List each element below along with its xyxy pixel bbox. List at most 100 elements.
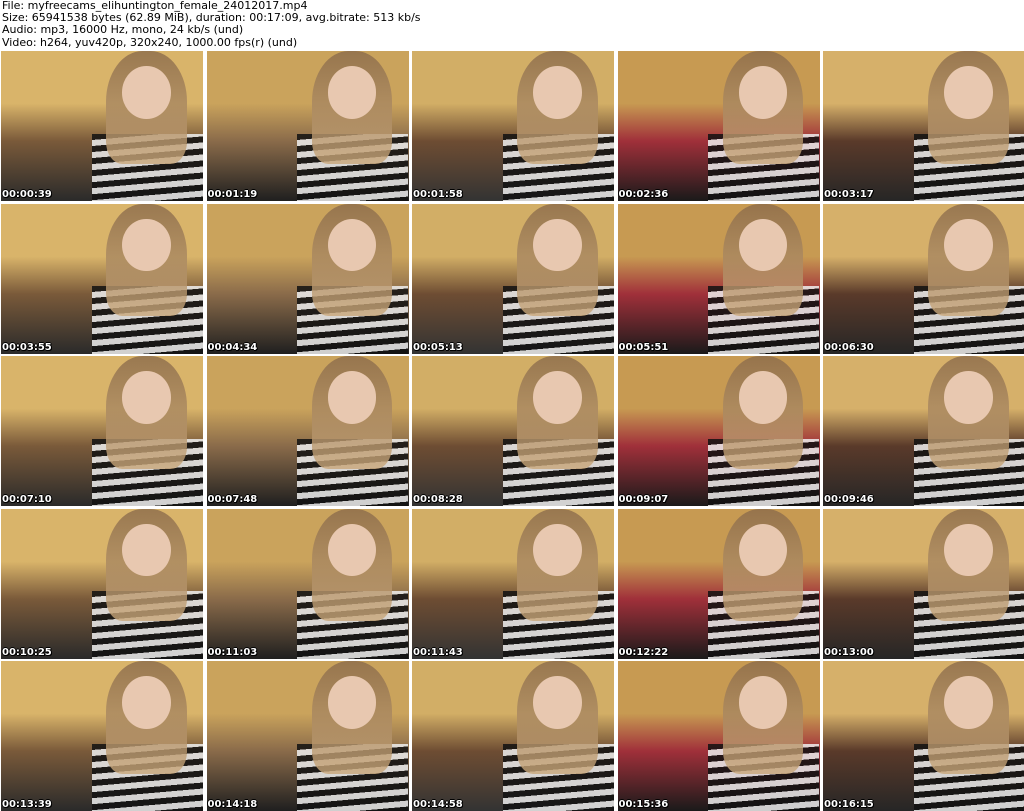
thumbnail-timestamp: 00:11:43 [413,646,463,658]
thumbnail-image [617,508,820,659]
thumbnail-image [412,356,614,506]
thumbnail-image [206,508,409,659]
face-shape [944,371,993,424]
thumbnail-frame: 00:13:00 [823,508,1024,659]
thumbnail-frame: 00:04:34 [206,203,409,354]
thumbnail-timestamp: 00:07:10 [2,494,52,505]
thumbnail-image [823,203,1024,354]
thumbnail-frame: 00:00:39 [1,51,203,201]
thumbnail-frame: 00:11:03 [206,508,409,659]
file-info-header: File: myfreecams_elihuntington_female_24… [2,0,1020,50]
thumbnail-frame: 00:03:55 [1,203,203,354]
thumbnail-image [617,356,820,506]
thumbnail-image [823,661,1024,811]
face-shape [738,676,788,729]
video-info-line: Video: h264, yuv420p, 320x240, 1000.00 f… [2,35,298,49]
face-shape [738,218,788,271]
face-shape [327,218,377,271]
thumbnail-timestamp: 00:07:48 [207,494,258,505]
face-shape [944,523,993,576]
face-shape [533,371,582,424]
thumbnail-timestamp: 00:15:36 [618,799,669,810]
thumbnail-image [206,203,409,354]
audio-info-line: Audio: mp3, 16000 Hz, mono, 24 kb/s (und… [2,23,244,37]
thumbnail-frame: 00:05:13 [412,203,614,354]
face-shape [122,66,171,119]
thumbnail-frame: 00:09:46 [823,356,1024,506]
thumbnail-timestamp: 00:11:03 [207,646,258,658]
thumbnail-timestamp: 00:00:39 [2,189,52,200]
thumbnail-grid: 00:00:39 00:01:19 00:01:58 00:02:36 00:03:17… [1,51,1024,811]
face-shape [327,676,377,729]
thumbnail-image [1,51,203,201]
thumbnail-timestamp: 00:04:34 [207,341,258,353]
thumbnail-frame: 00:08:28 [412,356,614,506]
thumbnail-image [412,508,614,659]
thumbnail-timestamp: 00:14:58 [413,799,463,810]
thumbnail-timestamp: 00:08:28 [413,494,463,505]
thumbnail-timestamp: 00:10:25 [2,646,52,658]
thumbnail-frame: 00:14:58 [412,661,614,811]
thumbnail-frame: 00:14:18 [206,661,409,811]
thumbnail-image [412,51,614,201]
thumbnail-image [412,203,614,354]
thumbnail-image [617,661,820,811]
thumbnail-timestamp: 00:05:13 [413,341,463,353]
thumbnail-image [412,661,614,811]
thumbnail-timestamp: 00:01:19 [207,189,258,200]
face-shape [738,66,788,119]
thumbnail-frame: 00:16:15 [823,661,1024,811]
thumbnail-frame: 00:10:25 [1,508,203,659]
face-shape [944,676,993,729]
thumbnail-image [206,661,409,811]
face-shape [122,218,171,271]
thumbnail-image [823,356,1024,506]
face-shape [122,676,171,729]
thumbnail-image [617,203,820,354]
thumbnail-image [823,508,1024,659]
thumbnail-frame: 00:15:36 [617,661,820,811]
thumbnail-image [1,508,203,659]
thumbnail-timestamp: 00:14:18 [207,799,258,810]
face-shape [122,523,171,576]
thumbnail-frame: 00:01:19 [206,51,409,201]
thumbnail-timestamp: 00:06:30 [824,341,874,353]
face-shape [533,676,582,729]
thumbnail-timestamp: 00:05:51 [618,341,669,353]
thumbnail-timestamp: 00:09:07 [618,494,669,505]
thumbnail-frame: 00:06:30 [823,203,1024,354]
thumbnail-timestamp: 00:03:55 [2,341,52,353]
thumbnail-timestamp: 00:13:39 [2,799,52,810]
thumbnail-frame: 00:09:07 [617,356,820,506]
thumbnail-image [617,51,820,201]
thumbnail-frame: 00:07:10 [1,356,203,506]
thumbnail-timestamp: 00:02:36 [618,189,669,200]
thumbnail-image [206,51,409,201]
thumbnail-image [1,661,203,811]
face-shape [944,66,993,119]
thumbnail-frame: 00:13:39 [1,661,203,811]
face-shape [327,66,377,119]
thumbnail-timestamp: 00:09:46 [824,494,874,505]
thumbnail-frame: 00:02:36 [617,51,820,201]
face-shape [122,371,171,424]
thumbnail-image [1,356,203,506]
thumbnail-timestamp: 00:01:58 [413,189,463,200]
thumbnail-frame: 00:11:43 [412,508,614,659]
thumbnail-frame: 00:12:22 [617,508,820,659]
thumbnail-timestamp: 00:03:17 [824,189,874,200]
thumbnail-timestamp: 00:13:00 [824,646,874,658]
thumbnail-image [1,203,203,354]
face-shape [327,523,377,576]
face-shape [533,523,582,576]
face-shape [327,371,377,424]
thumbnail-timestamp: 00:12:22 [618,646,669,658]
face-shape [944,218,993,271]
thumbnail-image [206,356,409,506]
face-shape [738,523,788,576]
face-shape [533,218,582,271]
face-shape [533,66,582,119]
thumbnail-timestamp: 00:16:15 [824,799,874,810]
thumbnail-frame: 00:05:51 [617,203,820,354]
thumbnail-frame: 00:01:58 [412,51,614,201]
